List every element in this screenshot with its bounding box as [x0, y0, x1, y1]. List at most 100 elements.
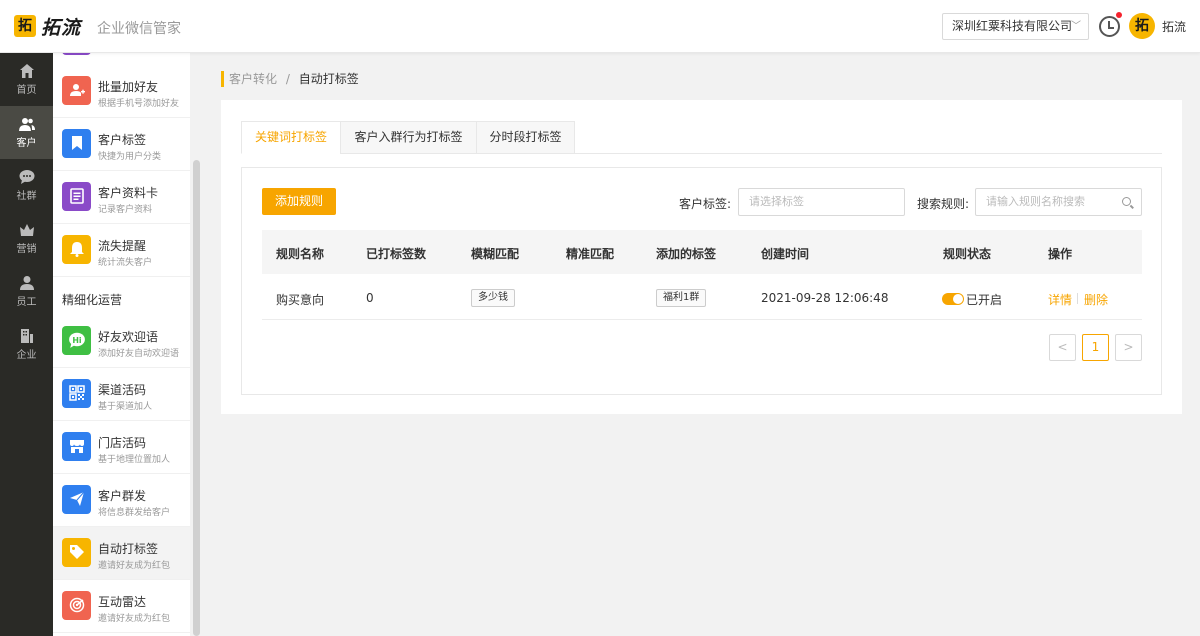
nav-label: 社群	[16, 191, 37, 202]
tag-filter-label: 客户标签:	[679, 197, 732, 211]
avatar[interactable]: 拓	[1129, 13, 1155, 39]
breadcrumb: 客户转化 / 自动打标签	[221, 71, 359, 87]
column-header: 规则状态	[943, 247, 992, 261]
logo-mark[interactable]: 拓	[14, 15, 36, 37]
submenu-item-channel-code[interactable]: 渠道活码 基于渠道加人	[53, 368, 190, 421]
fuzzy-keyword-tag: 多少钱	[471, 289, 515, 307]
clock-icon[interactable]	[1099, 16, 1120, 37]
table-header: 规则名称 已打标签数 模糊匹配 精准匹配 添加的标签 创建时间 规则状态 操作	[262, 230, 1142, 274]
breadcrumb-current: 自动打标签	[298, 72, 359, 86]
add-rule-button[interactable]: 添加规则	[262, 188, 336, 215]
submenu-item-radar[interactable]: 互动雷达 邀请好友成为红包	[53, 580, 190, 633]
tag-filter-select[interactable]: 请选择标签	[738, 188, 905, 216]
send-icon	[62, 485, 91, 514]
bell-icon	[62, 235, 91, 264]
submenu-desc: 基于地理位置加人	[98, 455, 171, 465]
search-rule-label: 搜索规则:	[917, 197, 970, 211]
submenu-desc: 邀请好友成为红包	[98, 561, 171, 571]
company-select[interactable]: 深圳红粟科技有限公司 ﹀	[942, 13, 1089, 40]
tab-time-period-tagging[interactable]: 分时段打标签	[476, 121, 575, 154]
submenu-title: 客户资料卡	[98, 186, 159, 200]
submenu-title: 客户群发	[98, 489, 147, 503]
created-time: 2021-09-28 12:06:48	[761, 291, 889, 305]
tab-bar: 关键词打标签 客户入群行为打标签 分时段打标签	[241, 121, 1162, 154]
submenu-desc: 根据手机号添加好友	[98, 99, 180, 109]
status-toggle[interactable]	[942, 293, 964, 305]
delete-link[interactable]: 删除	[1084, 291, 1108, 308]
search-input[interactable]: 请输入规则名称搜索	[975, 188, 1142, 216]
submenu-item-batch-add[interactable]: 批量加好友 根据手机号添加好友	[53, 65, 190, 118]
submenu-item-auto-tag[interactable]: 自动打标签 邀请好友成为红包	[53, 527, 190, 580]
next-page-button[interactable]: >	[1115, 334, 1142, 361]
submenu-desc: 统计流失客户	[98, 258, 153, 268]
tagged-count: 0	[366, 291, 374, 305]
submenu-title: 好友欢迎语	[98, 330, 159, 344]
submenu-item-churn-alert[interactable]: 流失提醒 统计流失客户	[53, 224, 190, 277]
logo-text[interactable]: 拓流	[41, 13, 81, 40]
company-name: 深圳红粟科技有限公司	[952, 19, 1073, 33]
submenu-desc: 基于渠道加人	[98, 402, 153, 412]
submenu-title: 自动打标签	[98, 542, 159, 556]
column-header: 添加的标签	[656, 247, 717, 261]
nav-item-marketing[interactable]: 营销	[0, 212, 53, 265]
submenu-desc: 快捷为用户分类	[98, 152, 162, 162]
search-placeholder: 请输入规则名称搜索	[986, 195, 1085, 208]
nav-item-home[interactable]: 首页	[0, 53, 53, 106]
hi-icon: Hi	[62, 326, 91, 355]
user-name[interactable]: 拓流	[1162, 18, 1186, 35]
chevron-down-icon: ﹀	[1071, 21, 1081, 32]
nav-label: 首页	[16, 85, 37, 96]
submenu-item-welcome[interactable]: Hi 好友欢迎语 添加好友自动欢迎语	[53, 315, 190, 368]
notification-dot	[1116, 12, 1122, 18]
breadcrumb-separator: /	[285, 72, 290, 86]
primary-nav: 首页 客户 社群 营销 员工 企业	[0, 53, 53, 636]
svg-text:Hi: Hi	[72, 336, 82, 345]
home-icon	[19, 64, 34, 78]
column-header: 操作	[1048, 247, 1073, 261]
qr-icon	[62, 379, 91, 408]
nav-item-enterprise[interactable]: 企业	[0, 318, 53, 371]
nav-item-customers[interactable]: 客户	[0, 106, 53, 159]
users-icon	[18, 118, 35, 131]
submenu-item-mass-send[interactable]: 客户群发 将信息群发给客户	[53, 474, 190, 527]
chat-icon	[19, 170, 34, 184]
radar-icon	[62, 591, 91, 620]
tab-keyword-tagging[interactable]: 关键词打标签	[241, 121, 341, 154]
search-icon[interactable]	[1122, 197, 1131, 206]
rule-name: 购买意向	[276, 293, 325, 307]
column-header: 模糊匹配	[471, 247, 520, 261]
submenu-item-customer-tags[interactable]: 客户标签 快捷为用户分类	[53, 118, 190, 171]
submenu-scrollbar[interactable]	[193, 160, 200, 636]
added-tag: 福利1群	[656, 289, 707, 307]
breadcrumb-parent[interactable]: 客户转化	[229, 72, 277, 86]
column-header: 已打标签数	[366, 247, 427, 261]
table-row: 购买意向 0 多少钱 福利1群 2021-09-28 12:06:48 已开启 …	[262, 274, 1142, 320]
nav-item-community[interactable]: 社群	[0, 159, 53, 212]
submenu-section-title: 精细化运营	[62, 293, 123, 307]
store-icon	[62, 432, 91, 461]
prev-page-button[interactable]: <	[1049, 334, 1076, 361]
submenu-title: 门店活码	[98, 436, 147, 450]
secondary-nav: 批量加好友 根据手机号添加好友 客户标签 快捷为用户分类 客户资料卡 记录客户资…	[53, 53, 190, 636]
submenu-title: 客户标签	[98, 133, 147, 147]
submenu-desc: 邀请好友成为红包	[98, 614, 171, 624]
submenu-desc: 添加好友自动欢迎语	[98, 349, 180, 359]
detail-link[interactable]: 详情	[1048, 291, 1072, 308]
submenu-item-store-code[interactable]: 门店活码 基于地理位置加人	[53, 421, 190, 474]
nav-label: 员工	[16, 297, 37, 308]
submenu-desc: 记录客户资料	[98, 205, 153, 215]
tab-group-behavior-tagging[interactable]: 客户入群行为打标签	[340, 121, 477, 154]
nav-item-staff[interactable]: 员工	[0, 265, 53, 318]
nav-label: 营销	[16, 244, 37, 255]
submenu-desc: 将信息群发给客户	[98, 508, 171, 518]
crown-icon	[19, 224, 34, 236]
column-header: 精准匹配	[566, 247, 615, 261]
submenu-title: 渠道活码	[98, 383, 147, 397]
bookmark-icon	[62, 129, 91, 158]
card-icon	[62, 182, 91, 211]
submenu-item-profile-card[interactable]: 客户资料卡 记录客户资料	[53, 171, 190, 224]
status-text: 已开启	[966, 293, 1003, 307]
building-icon	[20, 329, 33, 343]
submenu-title: 批量加好友	[98, 80, 159, 94]
page-number-button[interactable]: 1	[1082, 334, 1109, 361]
